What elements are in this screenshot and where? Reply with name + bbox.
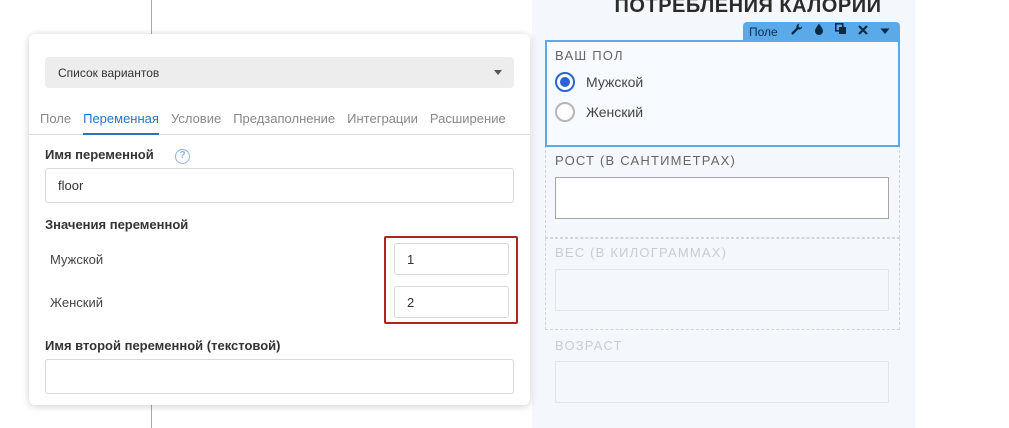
height-input[interactable]: [555, 177, 889, 219]
radio-female[interactable]: [555, 102, 575, 122]
settings-tabs: Поле Переменная Условие Предзаполнение И…: [29, 106, 530, 135]
field-toolbar: Поле: [743, 22, 900, 41]
tab-prefill[interactable]: Предзаполнение: [233, 106, 335, 134]
variable-name-label: Имя переменной: [45, 147, 154, 162]
weight-field-label: ВЕС (В КИЛОГРАММАХ): [555, 245, 728, 260]
drop-icon[interactable]: [808, 22, 830, 41]
radio-male[interactable]: [555, 72, 575, 92]
chevron-down-icon: [494, 70, 502, 75]
age-field-label: ВОЗРАСТ: [555, 338, 623, 353]
radio-male-label: Мужской: [586, 74, 644, 90]
variable-option-label: Мужской: [50, 252, 104, 267]
second-variable-input[interactable]: [45, 359, 514, 394]
help-icon[interactable]: ?: [175, 149, 190, 164]
field-settings-panel: Список вариантов Поле Переменная Условие…: [29, 34, 530, 405]
variable-name-input[interactable]: floor: [45, 168, 514, 203]
form-title: ПОТРЕБЛЕНИЯ КАЛОРИЙ: [614, 0, 882, 17]
radio-female-label: Женский: [586, 104, 644, 120]
variable-values-label: Значения переменной: [45, 217, 189, 232]
gender-field-label: ВАШ ПОЛ: [555, 48, 624, 63]
age-input[interactable]: [555, 361, 889, 403]
wrench-icon[interactable]: [786, 22, 808, 41]
tab-field[interactable]: Поле: [40, 106, 71, 134]
height-field-label: РОСТ (В САНТИМЕТРАХ): [555, 153, 736, 168]
variable-option-label: Женский: [50, 295, 103, 310]
caret-down-icon[interactable]: [874, 22, 896, 41]
close-icon[interactable]: [852, 22, 874, 41]
tab-integrations[interactable]: Интеграции: [347, 106, 418, 134]
field-toolbar-label: Поле: [749, 24, 778, 39]
field-type-select-value: Список вариантов: [58, 65, 160, 80]
tab-condition[interactable]: Условие: [171, 106, 221, 134]
tab-extension[interactable]: Расширение: [430, 106, 506, 134]
weight-input[interactable]: [555, 269, 889, 311]
field-type-select[interactable]: Список вариантов: [45, 57, 514, 88]
variable-name-value: floor: [58, 178, 84, 193]
tab-variable[interactable]: Переменная: [83, 106, 159, 135]
annotation-highlight-box: [384, 236, 518, 324]
copy-icon[interactable]: [830, 22, 852, 41]
second-variable-label: Имя второй переменной (текстовой): [45, 338, 281, 353]
